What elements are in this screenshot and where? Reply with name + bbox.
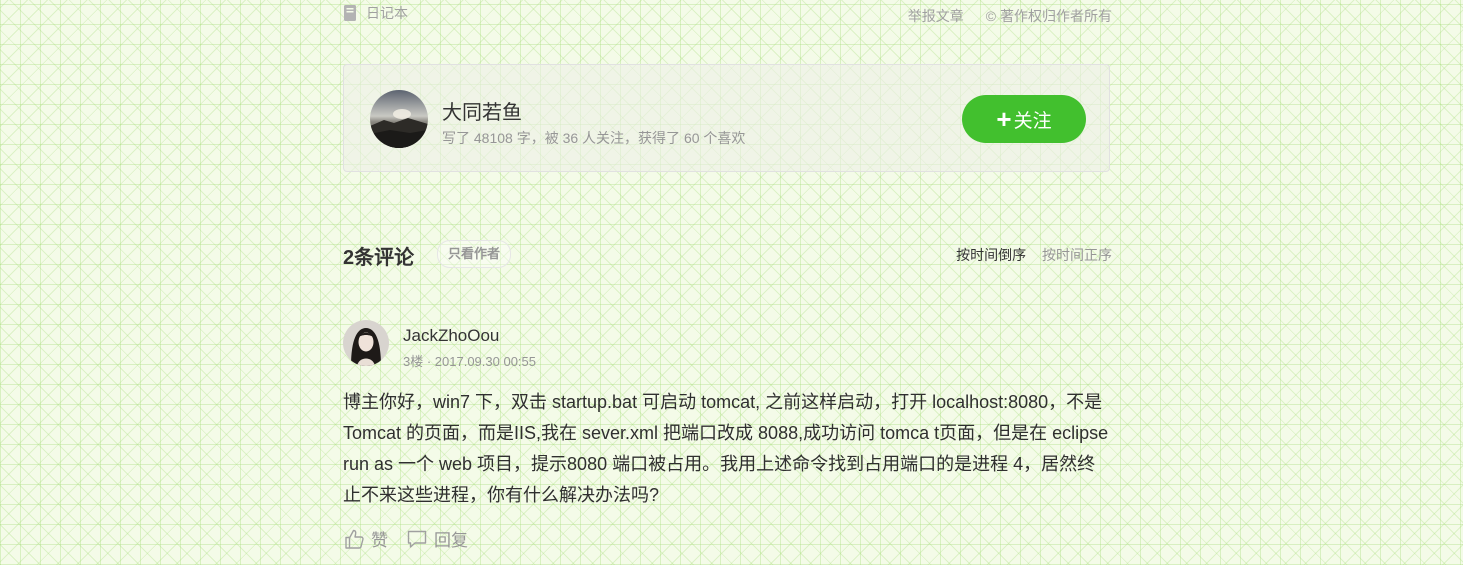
page: 日记本 举报文章 © 著作权归作者所有 大同若鱼 写了 48108 字，被 36… [0, 0, 1463, 565]
comment-bubble-icon [407, 530, 427, 548]
plus-icon: + [996, 104, 1012, 134]
commenter-avatar-image [343, 320, 389, 366]
follow-button[interactable]: + 关注 [962, 95, 1086, 143]
thumbs-up-icon [345, 529, 364, 549]
follow-label: 关注 [1013, 110, 1052, 132]
commenter-name[interactable]: JackZhoOou [403, 326, 499, 346]
author-name[interactable]: 大同若鱼 [442, 96, 522, 125]
article-meta-row: 日记本 举报文章 © 著作权归作者所有 [343, 2, 1112, 26]
author-avatar-image [370, 90, 428, 148]
comments-header: 2条评论 只看作者 按时间倒序 按时间正序 [343, 237, 1112, 269]
like-label: 赞 [371, 531, 388, 550]
author-card: 大同若鱼 写了 48108 字，被 36 人关注，获得了 60 个喜欢 + 关注 [343, 64, 1110, 172]
commenter-avatar[interactable] [343, 320, 389, 366]
author-avatar[interactable] [370, 90, 428, 148]
notebook-link[interactable]: 日记本 [343, 3, 408, 23]
comment-actions: 赞 回复 [343, 526, 486, 551]
author-only-filter[interactable]: 只看作者 [437, 240, 512, 268]
like-button[interactable]: 赞 [343, 526, 388, 551]
comment-body: 博主你好，win7 下，双击 startup.bat 可启动 tomcat, 之… [343, 392, 1109, 505]
reply-button[interactable]: 回复 [406, 526, 468, 551]
reply-label: 回复 [434, 531, 468, 550]
comments-count: 2条评论 [343, 247, 415, 269]
sort-asc-option[interactable]: 按时间正序 [1042, 247, 1112, 263]
author-stats: 写了 48108 字，被 36 人关注，获得了 60 个喜欢 [442, 130, 746, 146]
meta-right: 举报文章 © 著作权归作者所有 [908, 6, 1112, 26]
report-article-link[interactable]: 举报文章 [908, 6, 964, 26]
notebook-icon [344, 5, 356, 21]
sort-desc-option[interactable]: 按时间倒序 [956, 247, 1026, 263]
copyright-text: © 著作权归作者所有 [985, 8, 1112, 24]
notebook-label: 日记本 [366, 5, 408, 21]
sort-options: 按时间倒序 按时间正序 [956, 245, 1112, 265]
comment-meta: 3楼 · 2017.09.30 00:55 [403, 354, 536, 369]
